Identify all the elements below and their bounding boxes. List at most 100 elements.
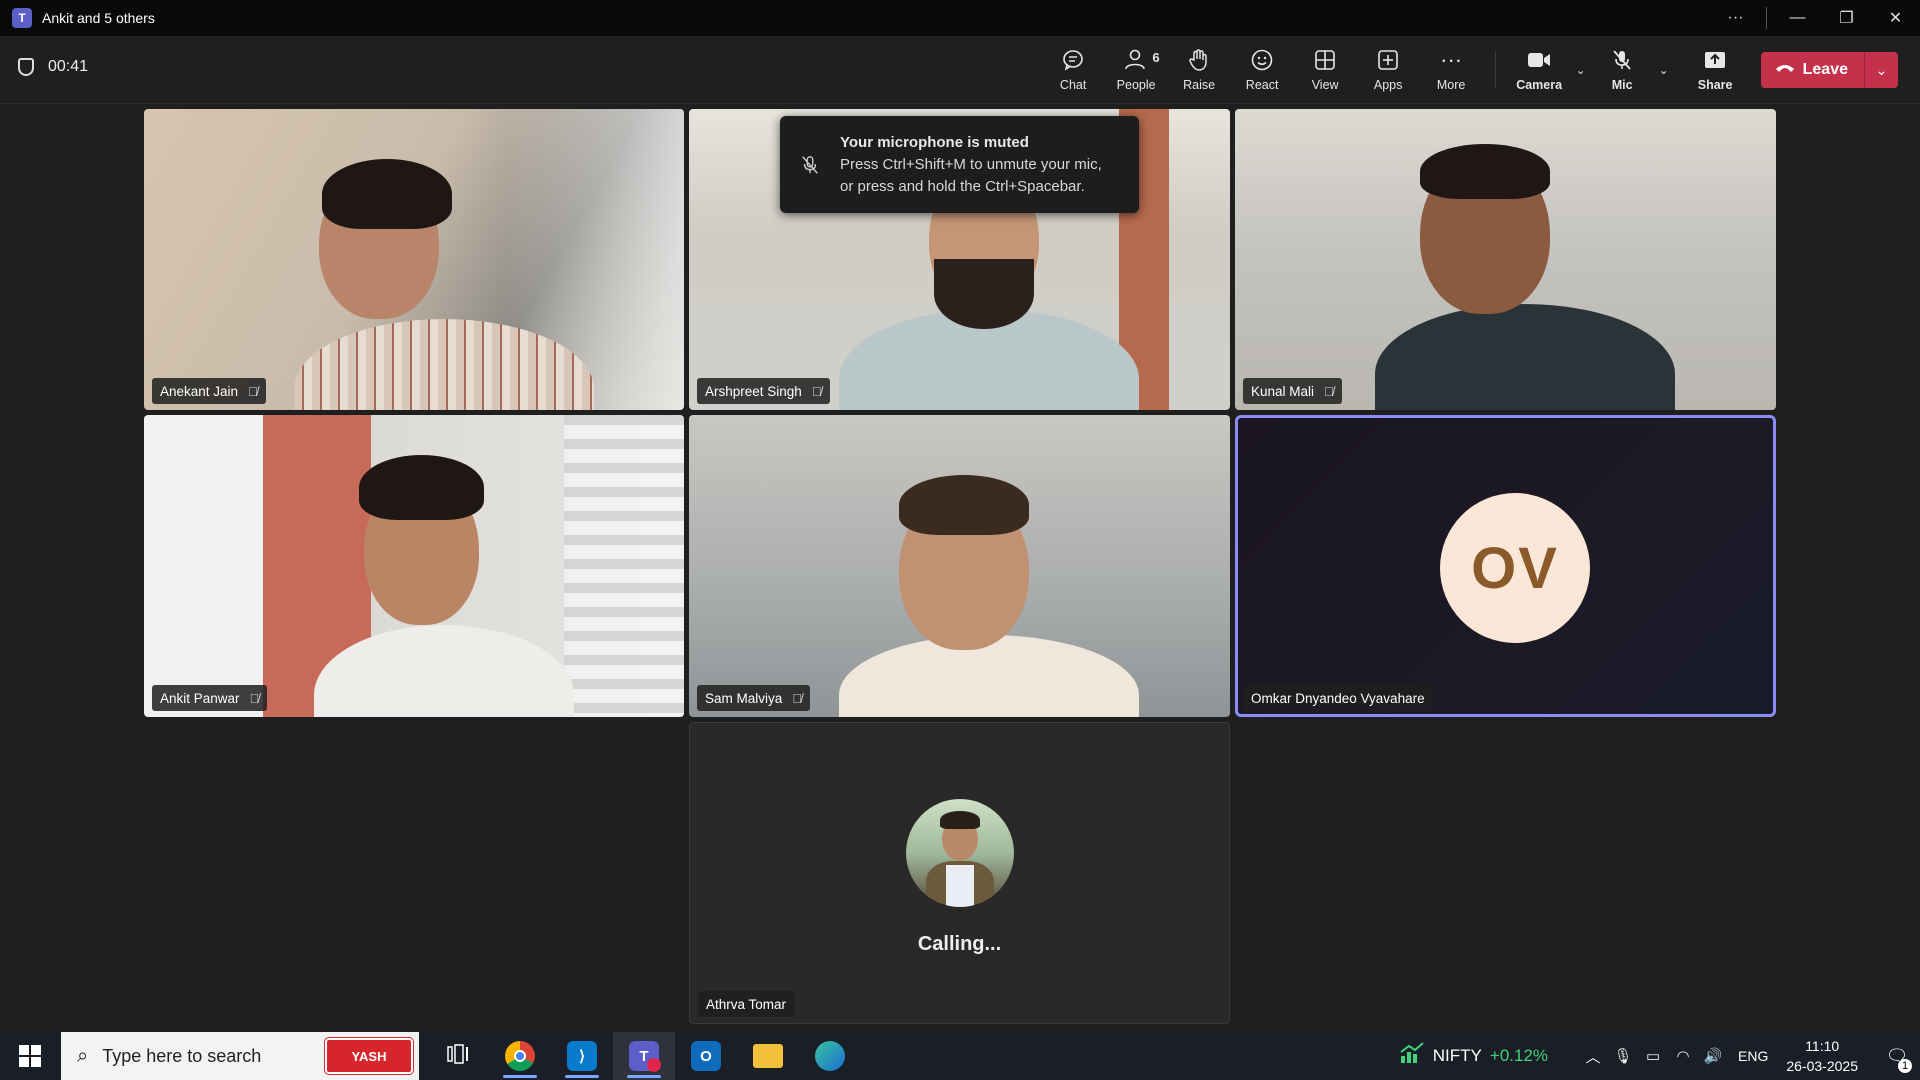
file-explorer-taskbar-button[interactable] xyxy=(737,1032,799,1080)
participant-tile[interactable]: Kunal Mali 🎙̸ xyxy=(1235,109,1776,410)
view-button[interactable]: View xyxy=(1294,40,1357,100)
people-count: 6 xyxy=(1152,50,1160,65)
running-indicator xyxy=(503,1075,537,1078)
participant-tile-active-speaker[interactable]: OV Omkar Dnyandeo Vyavahare xyxy=(1235,415,1776,717)
edge-taskbar-button[interactable] xyxy=(799,1032,861,1080)
chat-button[interactable]: Chat xyxy=(1042,40,1105,100)
mic-button[interactable]: Mic xyxy=(1591,40,1654,100)
mic-off-icon: 🎙̸ xyxy=(248,383,258,399)
people-button[interactable]: 6 People xyxy=(1105,40,1168,100)
more-button[interactable]: ··· More xyxy=(1420,40,1483,100)
chrome-icon xyxy=(505,1041,535,1071)
search-highlight-badge[interactable]: YASH xyxy=(325,1038,413,1074)
teams-icon: T xyxy=(12,8,32,28)
running-indicator xyxy=(627,1075,661,1078)
outlook-taskbar-button[interactable]: O xyxy=(675,1032,737,1080)
camera-options-chevron-icon[interactable]: ⌄ xyxy=(1571,63,1591,77)
leave-main[interactable]: Leave xyxy=(1761,52,1864,88)
raise-label: Raise xyxy=(1183,78,1216,92)
start-button[interactable] xyxy=(0,1032,60,1080)
system-clock[interactable]: 11:10 26-03-2025 xyxy=(1786,1036,1858,1076)
toast-line-1: Press Ctrl+Shift+M to unmute your mic, xyxy=(840,156,1102,173)
stock-name: NIFTY xyxy=(1432,1046,1482,1065)
window-title: Ankit and 5 others xyxy=(42,10,155,26)
teams-taskbar-button[interactable]: T xyxy=(613,1032,675,1080)
timer-text: 00:41 xyxy=(48,58,89,75)
shield-icon xyxy=(18,58,34,76)
participant-name-tag: Kunal Mali 🎙̸ xyxy=(1243,378,1342,404)
participant-name: Omkar Dnyandeo Vyavahare xyxy=(1251,690,1425,706)
edge-icon xyxy=(815,1041,845,1071)
participant-tile[interactable]: Sam Malviya 🎙̸ xyxy=(689,415,1230,717)
video-feed xyxy=(144,415,684,717)
chat-icon xyxy=(1061,48,1085,72)
task-view-icon xyxy=(447,1043,469,1069)
video-feed xyxy=(1235,109,1776,410)
apps-button[interactable]: Apps xyxy=(1357,40,1420,100)
participant-name-tag: Sam Malviya 🎙̸ xyxy=(697,685,811,711)
system-tray: NIFTY +0.12% ︿ 🎙 ▭ ◠ 🔊 ENG 11:10 26-03-2… xyxy=(1399,1032,1920,1080)
raise-hand-button[interactable]: Raise xyxy=(1168,40,1231,100)
video-feed xyxy=(144,109,684,410)
participant-tile[interactable]: Ankit Panwar 🎙̸ xyxy=(144,415,684,717)
chevron-up-icon[interactable]: ︿ xyxy=(1578,1046,1608,1067)
task-view-button[interactable] xyxy=(427,1032,489,1080)
mic-off-icon: 🎙̸ xyxy=(249,690,260,706)
close-icon[interactable]: ✕ xyxy=(1871,0,1920,36)
vscode-icon: ⟩ xyxy=(567,1041,597,1071)
react-button[interactable]: React xyxy=(1231,40,1294,100)
participant-name: Kunal Mali xyxy=(1251,383,1315,399)
phone-hangup-icon xyxy=(1775,61,1795,79)
search-icon: ⌕ xyxy=(77,1044,89,1067)
leave-label: Leave xyxy=(1802,61,1848,78)
vscode-taskbar-button[interactable]: ⟩ xyxy=(551,1032,613,1080)
smiley-icon xyxy=(1250,48,1274,72)
people-label: People xyxy=(1116,78,1156,92)
participant-name: Athrva Tomar xyxy=(706,996,787,1012)
react-label: React xyxy=(1245,78,1279,92)
mic-off-icon: 🎙̸ xyxy=(792,690,803,706)
hand-icon xyxy=(1187,48,1211,72)
chrome-taskbar-button[interactable] xyxy=(489,1032,551,1080)
people-icon xyxy=(1124,48,1148,72)
meeting-timer: 00:41 xyxy=(18,58,88,76)
running-indicator xyxy=(565,1075,599,1078)
minimize-icon[interactable]: — xyxy=(1773,0,1822,36)
more-options-icon[interactable]: ··· xyxy=(1711,0,1760,36)
folder-icon xyxy=(753,1044,783,1068)
participant-tile[interactable]: Anekant Jain 🎙̸ xyxy=(144,109,684,410)
share-button[interactable]: Share xyxy=(1684,40,1747,100)
leave-options-chevron-icon[interactable]: ⌄ xyxy=(1864,52,1898,88)
mic-options-chevron-icon[interactable]: ⌄ xyxy=(1654,63,1674,77)
mic-off-icon xyxy=(1610,48,1634,72)
leave-button[interactable]: Leave ⌄ xyxy=(1760,52,1898,88)
calling-status: Calling... xyxy=(917,933,1002,955)
microphone-icon[interactable]: 🎙 xyxy=(1608,1047,1638,1065)
windows-taskbar: ⌕ Type here to search YASH ⟩ T O NIFTY +… xyxy=(0,1032,1920,1080)
participant-tile-calling[interactable]: Calling... Athrva Tomar xyxy=(689,722,1230,1024)
mic-off-icon xyxy=(780,116,840,213)
participant-name: Sam Malviya xyxy=(705,690,783,706)
camera-icon xyxy=(1526,48,1552,72)
wifi-icon[interactable]: ◠ xyxy=(1668,1047,1698,1065)
search-placeholder: Type here to search xyxy=(102,1045,262,1066)
restore-icon[interactable]: ❐ xyxy=(1822,0,1871,36)
volume-icon[interactable]: 🔊 xyxy=(1698,1047,1728,1065)
notification-count: 1 xyxy=(1898,1058,1912,1073)
language-indicator[interactable]: ENG xyxy=(1738,1048,1768,1064)
video-feed xyxy=(689,415,1230,717)
mic-muted-toast: Your microphone is muted Press Ctrl+Shif… xyxy=(780,116,1139,213)
outlook-icon: O xyxy=(691,1041,721,1071)
participant-name: Anekant Jain xyxy=(160,383,239,399)
participant-name: Ankit Panwar xyxy=(160,690,240,706)
mic-off-icon: 🎙̸ xyxy=(1324,383,1334,399)
stock-widget[interactable]: NIFTY +0.12% xyxy=(1399,1042,1548,1070)
battery-icon[interactable]: ▭ xyxy=(1638,1047,1668,1065)
clock-date: 26-03-2025 xyxy=(1786,1058,1858,1074)
taskbar-search[interactable]: ⌕ Type here to search YASH xyxy=(61,1032,419,1080)
notification-center-button[interactable]: 🗨 1 xyxy=(1874,1046,1920,1073)
add-app-icon xyxy=(1376,48,1400,72)
toast-line-2: or press and hold the Ctrl+Spacebar. xyxy=(840,178,1085,195)
toast-title: Your microphone is muted xyxy=(840,134,1029,151)
camera-button[interactable]: Camera xyxy=(1508,40,1571,100)
